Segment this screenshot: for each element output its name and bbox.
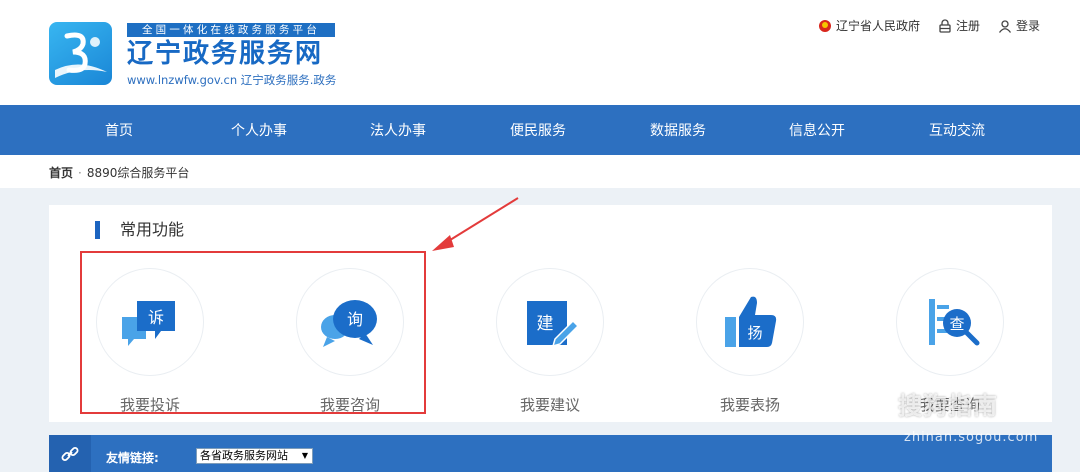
praise-glyph: 扬 xyxy=(747,324,762,342)
nav-item-data[interactable]: 数据服务 xyxy=(650,105,706,155)
panel-title-text: 常用功能 xyxy=(120,220,185,239)
main-nav: 首页 个人办事 法人办事 便民服务 数据服务 信息公开 互动交流 xyxy=(0,105,1080,155)
site-url: www.lnzwfw.gov.cn 辽宁政务服务.政务 xyxy=(127,73,337,87)
nav-item-interaction[interactable]: 互动交流 xyxy=(929,105,985,155)
highlight-box xyxy=(80,251,426,414)
breadcrumb-current: 8890综合服务平台 xyxy=(86,166,190,180)
province-sites-select[interactable]: 各省政务服务网站 ▼ xyxy=(196,448,313,464)
query-icon: 查 xyxy=(929,299,980,346)
login-link-label: 登录 xyxy=(1015,19,1040,33)
query-glyph: 查 xyxy=(949,315,964,333)
gov-link[interactable]: 辽宁省人民政府 xyxy=(818,17,920,34)
user-icon xyxy=(998,19,1012,33)
suggest-glyph: 建 xyxy=(537,314,554,334)
slogan-banner: 全国一体化在线政务服务平台 xyxy=(127,23,335,37)
breadcrumb-bar: 首页 · 8890综合服务平台 xyxy=(0,155,1080,188)
nav-item-legal-person[interactable]: 法人办事 xyxy=(370,105,426,155)
breadcrumb-separator: · xyxy=(78,166,82,180)
breadcrumb: 首页 · 8890综合服务平台 xyxy=(49,164,189,181)
nav-item-convenience[interactable]: 便民服务 xyxy=(510,105,566,155)
nav-item-personal[interactable]: 个人办事 xyxy=(231,105,287,155)
panel-title: 常用功能 xyxy=(95,221,184,239)
watermark-text: 搜狗指南 xyxy=(898,392,998,420)
register-link-label: 注册 xyxy=(955,19,980,33)
chain-link-icon xyxy=(61,447,79,461)
site-header: 全国一体化在线政务服务平台 辽宁政务服务网 www.lnzwfw.gov.cn … xyxy=(0,0,1080,105)
function-suggest-label: 我要建议 xyxy=(519,396,580,414)
emblem-icon xyxy=(818,19,831,32)
title-accent-bar xyxy=(95,221,100,239)
praise-icon: 扬 xyxy=(725,296,777,347)
function-praise-circle: 扬 xyxy=(696,268,804,376)
nav-item-info[interactable]: 信息公开 xyxy=(789,105,845,155)
watermark-url: zhinan.sogou.com xyxy=(904,430,1039,445)
function-suggest-circle: 建 xyxy=(496,268,604,376)
dropdown-arrow-icon: ▼ xyxy=(301,451,308,460)
link-icon-box xyxy=(49,435,91,472)
function-query-circle: 查 xyxy=(896,268,1004,376)
friend-links-bar: 友情链接: 各省政务服务网站 ▼ xyxy=(49,435,1052,472)
breadcrumb-home[interactable]: 首页 xyxy=(49,166,73,180)
function-praise-label: 我要表扬 xyxy=(719,396,780,414)
gov-link-label: 辽宁省人民政府 xyxy=(835,19,920,33)
suggest-icon: 建 xyxy=(527,301,580,348)
top-links: 辽宁省人民政府 注册 登录 xyxy=(818,17,1040,34)
site-name[interactable]: 辽宁政务服务网 xyxy=(127,39,323,69)
nav-item-home[interactable]: 首页 xyxy=(105,105,133,155)
login-link[interactable]: 登录 xyxy=(998,17,1040,34)
friend-links-label: 友情链接: xyxy=(106,451,159,465)
lock-icon xyxy=(939,18,951,33)
site-logo-icon[interactable] xyxy=(49,22,112,85)
annotation-arrow-icon xyxy=(432,197,519,251)
province-sites-selected: 各省政务服务网站 xyxy=(200,449,288,462)
function-suggest[interactable]: 建 我要建议 xyxy=(495,268,605,415)
register-link[interactable]: 注册 xyxy=(938,17,980,34)
function-praise[interactable]: 扬 我要表扬 xyxy=(695,268,805,415)
